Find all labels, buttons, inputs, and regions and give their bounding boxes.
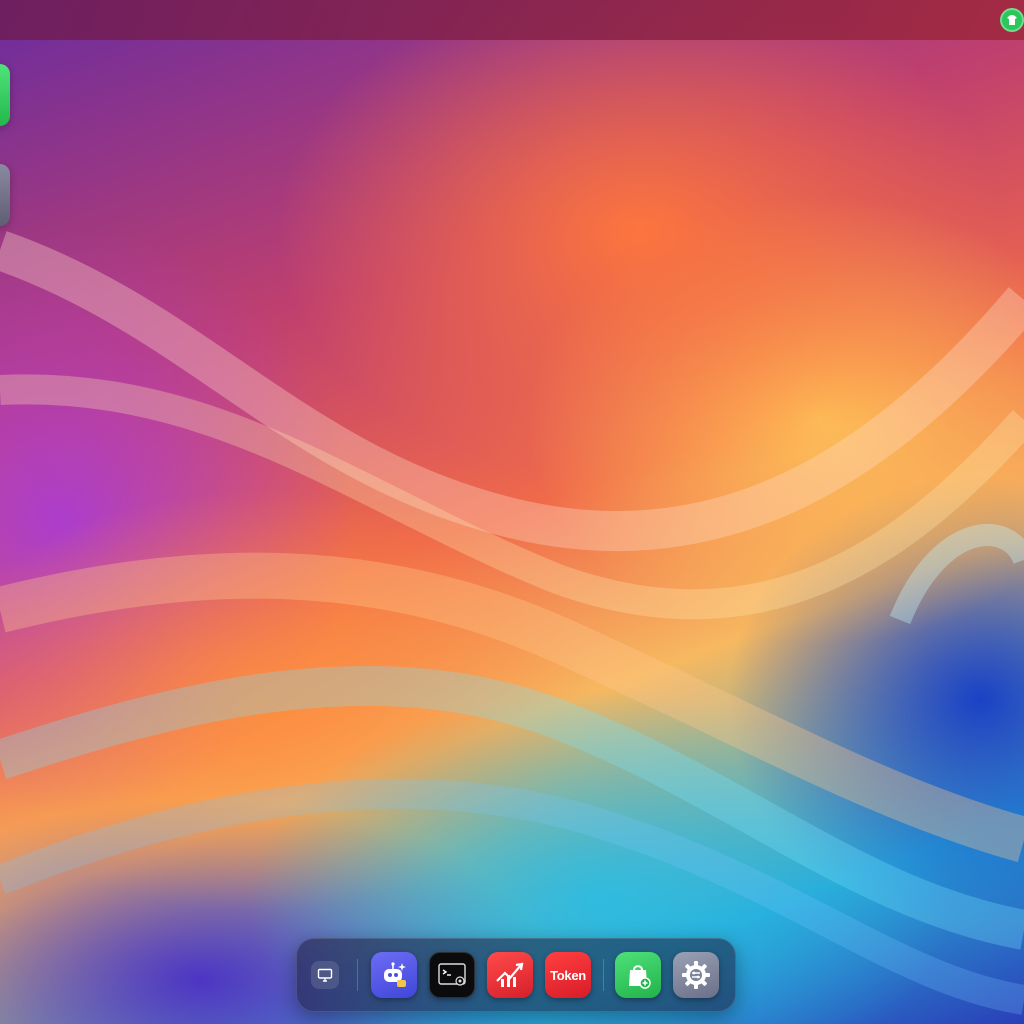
gray-app-tile[interactable] <box>0 164 10 226</box>
stock-chart-icon[interactable] <box>487 952 533 998</box>
wallpaper-waves <box>0 231 1024 1015</box>
gear-icon[interactable] <box>673 952 719 998</box>
dock-separator <box>603 959 604 991</box>
monitor-icon[interactable] <box>311 961 339 989</box>
top-menu-bar <box>0 0 1024 40</box>
terminal-icon[interactable] <box>429 952 475 998</box>
dock-separator <box>357 959 358 991</box>
token-icon[interactable]: Token <box>545 952 591 998</box>
ai-robot-icon[interactable] <box>371 952 417 998</box>
dock: Token <box>296 938 736 1012</box>
token-label: Token <box>550 967 586 983</box>
shirt-icon[interactable] <box>1000 8 1024 32</box>
desktop-wallpaper <box>0 0 1024 1024</box>
green-app-tile[interactable] <box>0 64 10 126</box>
shopping-bag-icon[interactable] <box>615 952 661 998</box>
